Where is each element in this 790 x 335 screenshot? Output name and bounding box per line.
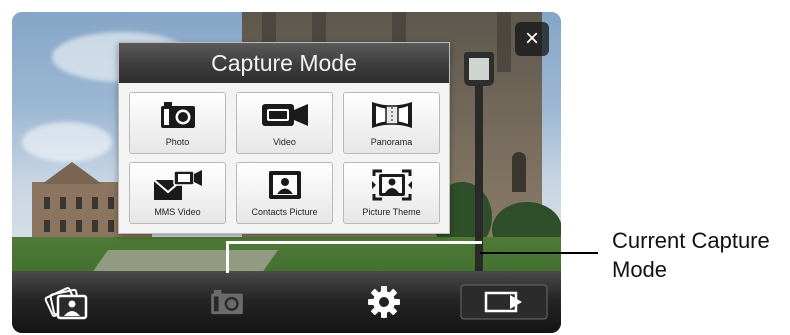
picture-theme-icon [370, 169, 414, 201]
exit-button[interactable] [460, 279, 548, 325]
mode-video-button[interactable]: Video [236, 92, 333, 154]
callout-marker [226, 241, 482, 244]
current-mode-button[interactable] [207, 279, 247, 325]
camera-icon [211, 289, 243, 315]
panorama-icon [368, 99, 416, 131]
camera-icon [159, 99, 197, 131]
mode-label: Picture Theme [362, 207, 421, 217]
mode-label: Panorama [370, 137, 413, 147]
callout-label: Current Capture Mode [612, 226, 770, 284]
callout-line-2: Mode [612, 257, 668, 282]
callout-line [480, 252, 598, 254]
settings-button[interactable] [364, 279, 404, 325]
camera-toolbar [12, 271, 561, 333]
mode-label: Contacts Picture [251, 207, 318, 217]
mode-contacts-picture-button[interactable]: Contacts Picture [236, 162, 333, 224]
callout-line-1: Current Capture [612, 228, 770, 253]
exit-icon [460, 284, 548, 320]
video-camera-icon [260, 99, 310, 131]
close-button[interactable]: × [515, 22, 549, 56]
mode-photo-button[interactable]: Photo [129, 92, 226, 154]
callout-marker [226, 241, 229, 273]
mode-label: Photo [165, 137, 190, 147]
panel-title: Capture Mode [119, 43, 449, 83]
camera-screen: × Capture Mode Photo Video Panorama MMS … [12, 12, 561, 333]
mode-mms-video-button[interactable]: MMS Video [129, 162, 226, 224]
gear-icon [368, 286, 400, 318]
mode-grid: Photo Video Panorama MMS Video Contacts … [129, 92, 441, 224]
mms-video-icon [152, 169, 204, 201]
album-button[interactable] [42, 279, 92, 325]
mode-label: MMS Video [154, 207, 201, 217]
close-icon: × [524, 25, 539, 52]
contacts-picture-icon [267, 169, 303, 201]
capture-mode-panel: Capture Mode Photo Video Panorama MMS Vi… [118, 42, 450, 234]
mode-label: Video [273, 137, 296, 147]
mode-panorama-button[interactable]: Panorama [343, 92, 440, 154]
album-icon [44, 287, 88, 320]
mode-picture-theme-button[interactable]: Picture Theme [343, 162, 440, 224]
